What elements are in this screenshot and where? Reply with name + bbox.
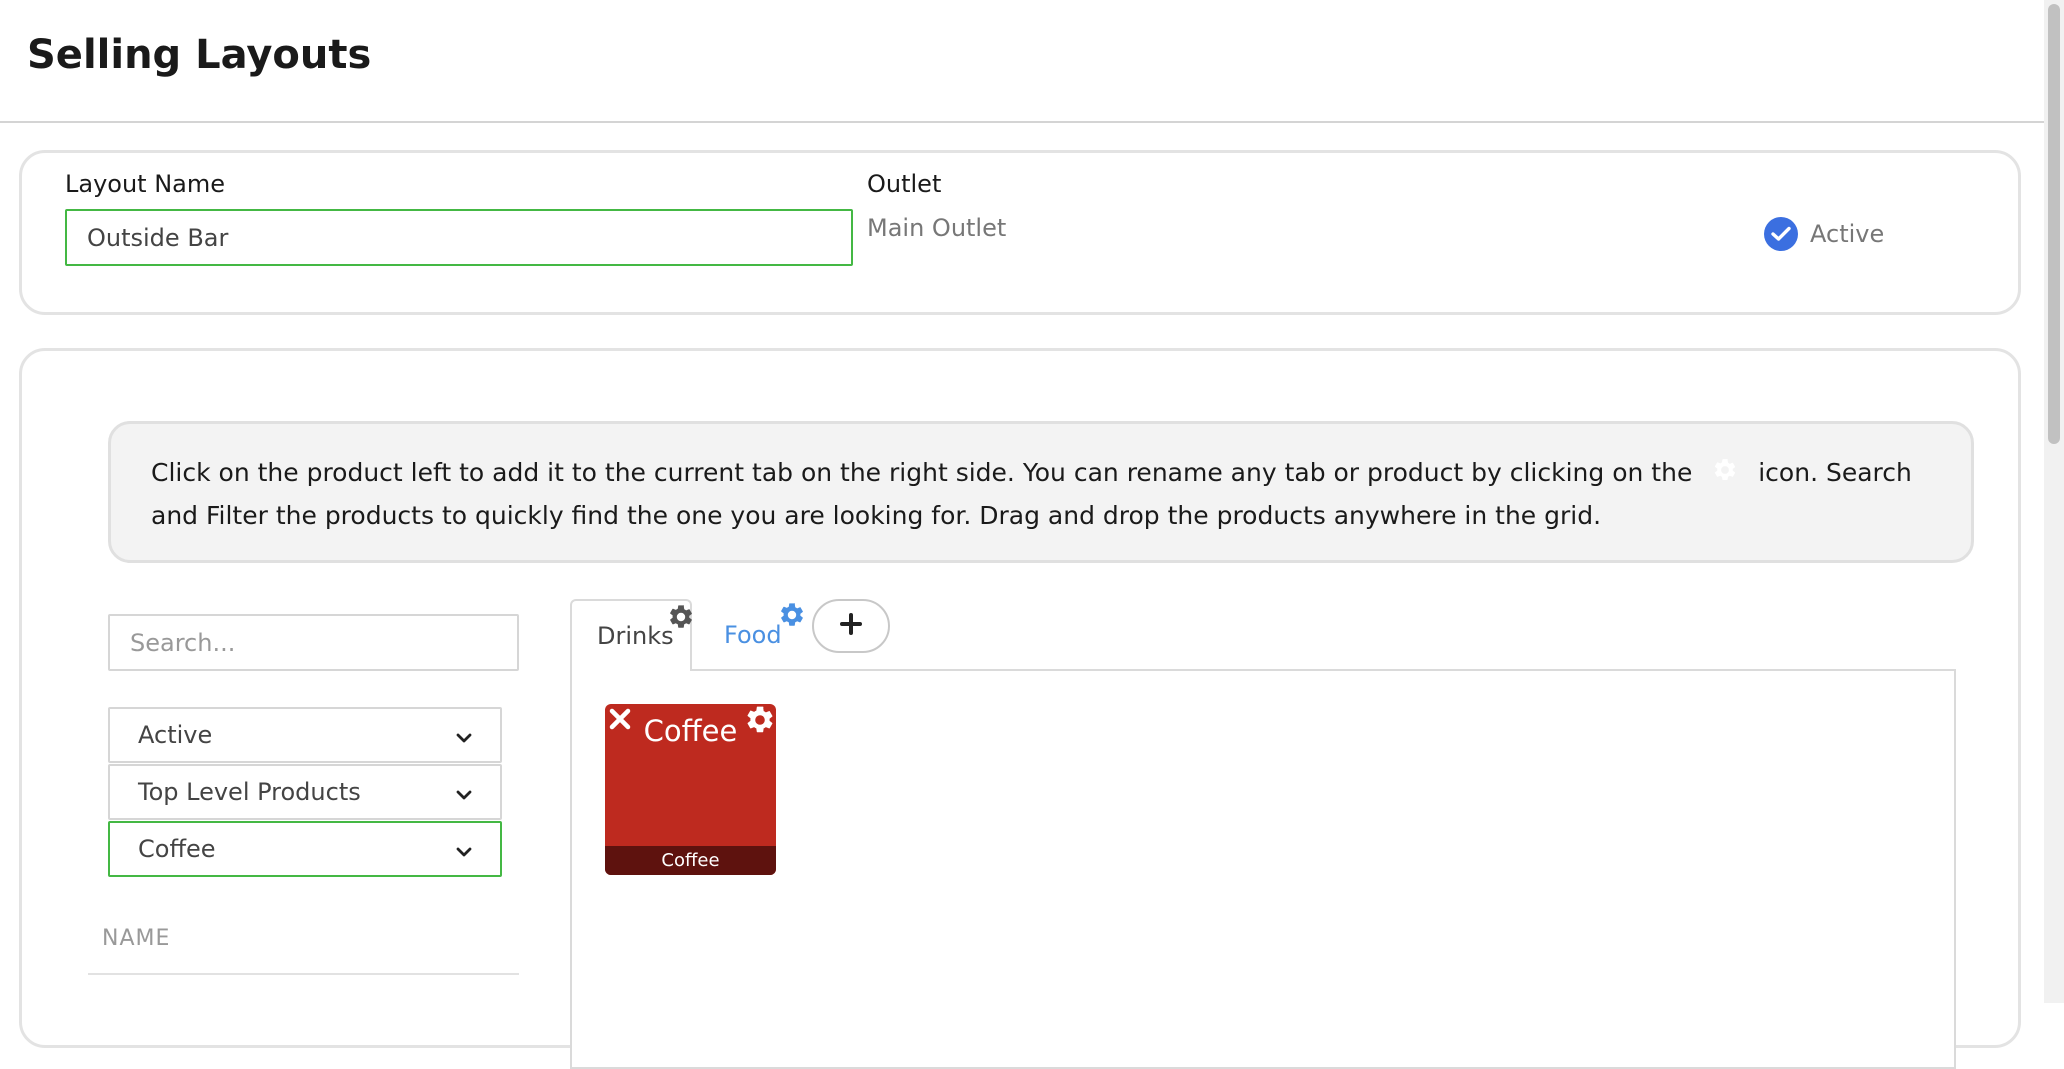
info-box: Click on the product left to add it to t… xyxy=(108,421,1974,563)
layout-grid[interactable]: Coffee Coffee xyxy=(570,669,1956,1069)
close-icon[interactable] xyxy=(607,706,633,736)
check-icon xyxy=(1764,217,1798,251)
product-tile[interactable]: Coffee Coffee xyxy=(605,704,776,875)
tab-food[interactable]: Food xyxy=(692,599,810,671)
chevron-down-icon xyxy=(456,835,472,863)
info-text-part1: Click on the product left to add it to t… xyxy=(151,458,1693,487)
outlet-label: Outlet xyxy=(867,170,942,198)
tab-label: Food xyxy=(724,621,782,649)
layout-editor-card: Click on the product left to add it to t… xyxy=(19,348,2021,1069)
outlet-value: Main Outlet xyxy=(867,214,1007,242)
tile-footer: Coffee xyxy=(605,846,776,875)
level-select[interactable]: Top Level Products xyxy=(108,764,502,820)
chevron-down-icon xyxy=(456,778,472,806)
page-title: Selling Layouts xyxy=(27,32,372,78)
tab-drinks[interactable]: Drinks xyxy=(570,599,692,671)
gear-icon[interactable] xyxy=(744,704,776,740)
tab-label: Drinks xyxy=(597,622,674,650)
plus-icon xyxy=(840,613,862,639)
category-select-value: Coffee xyxy=(138,835,216,863)
scrollbar[interactable] xyxy=(2044,0,2064,1003)
active-label: Active xyxy=(1810,220,1885,248)
page-header: Selling Layouts xyxy=(0,0,2044,123)
layout-name-input[interactable] xyxy=(65,209,853,266)
search-input[interactable] xyxy=(108,614,519,671)
active-checkbox[interactable]: Active xyxy=(1764,217,1884,251)
level-select-value: Top Level Products xyxy=(138,778,361,806)
name-column-header[interactable]: NAME xyxy=(102,926,170,951)
gear-icon[interactable] xyxy=(778,601,806,635)
add-tab-button[interactable] xyxy=(812,599,890,653)
layout-details-card: Layout Name Outlet Main Outlet Active xyxy=(19,150,2021,315)
status-select-value: Active xyxy=(138,721,213,749)
layout-name-label: Layout Name xyxy=(65,170,226,198)
divider xyxy=(88,973,519,975)
gear-icon[interactable] xyxy=(667,603,695,637)
gear-icon xyxy=(1700,454,1750,495)
category-select[interactable]: Coffee xyxy=(108,821,502,877)
chevron-down-icon xyxy=(456,721,472,749)
scrollbar-thumb[interactable] xyxy=(2048,4,2060,444)
status-select[interactable]: Active xyxy=(108,707,502,763)
